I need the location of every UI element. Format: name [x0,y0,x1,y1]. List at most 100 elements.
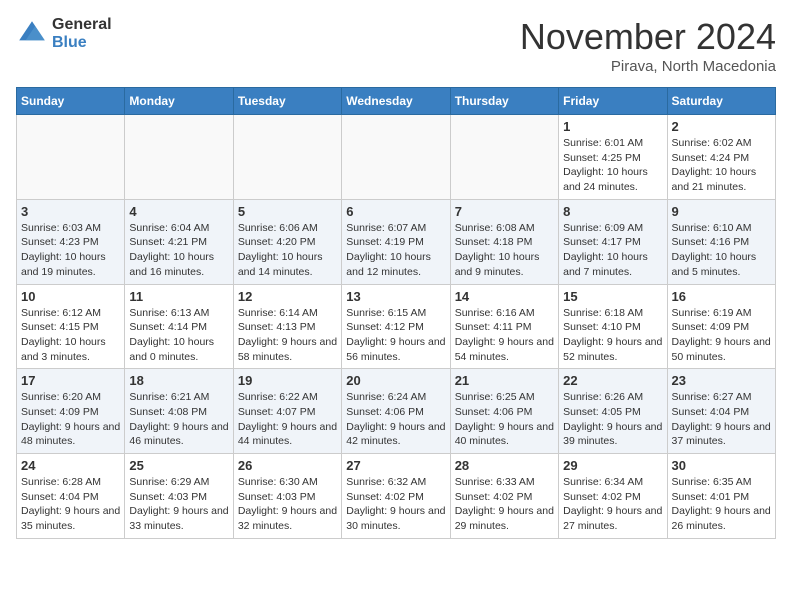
calendar-cell [342,115,450,200]
day-number: 19 [238,373,337,388]
day-number: 18 [129,373,228,388]
calendar-cell: 12 Sunrise: 6:14 AM Sunset: 4:13 PM Dayli… [233,284,341,369]
calendar-cell: 23Sunrise: 6:27 AM Sunset: 4:04 PM Dayli… [667,369,775,454]
day-info: Sunrise: 6:03 AM Sunset: 4:23 PM Dayligh… [21,221,120,280]
day-number: 12 [238,289,337,304]
location: Pirava, North Macedonia [520,58,776,75]
day-info: Sunrise: 6:32 AM Sunset: 4:02 PM Dayligh… [346,475,445,534]
day-number: 7 [455,204,554,219]
calendar-week-row: 3 Sunrise: 6:03 AM Sunset: 4:23 PM Daylig… [17,199,776,284]
day-info: Sunrise: 6:26 AM Sunset: 4:05 PM Dayligh… [563,390,662,449]
calendar-cell: 29 Sunrise: 6:34 AM Sunset: 4:02 PM Dayli… [559,454,667,539]
calendar-header-thursday: Thursday [450,88,558,115]
day-number: 24 [21,458,120,473]
calendar-week-row: 1 Sunrise: 6:01 AM Sunset: 4:25 PM Daylig… [17,115,776,200]
day-number: 20 [346,373,445,388]
calendar-cell: 24 Sunrise: 6:28 AM Sunset: 4:04 PM Dayli… [17,454,125,539]
calendar-cell: 6 Sunrise: 6:07 AM Sunset: 4:19 PM Daylig… [342,199,450,284]
logo-general-text: General [52,16,112,34]
calendar-cell: 30Sunrise: 6:35 AM Sunset: 4:01 PM Dayli… [667,454,775,539]
day-number: 5 [238,204,337,219]
calendar-cell [233,115,341,200]
day-info: Sunrise: 6:06 AM Sunset: 4:20 PM Dayligh… [238,221,337,280]
day-info: Sunrise: 6:16 AM Sunset: 4:11 PM Dayligh… [455,306,554,365]
calendar-cell: 9 Sunrise: 6:10 AM Sunset: 4:16 PM Daylig… [667,199,775,284]
calendar-cell: 27Sunrise: 6:32 AM Sunset: 4:02 PM Dayli… [342,454,450,539]
day-info: Sunrise: 6:25 AM Sunset: 4:06 PM Dayligh… [455,390,554,449]
calendar-cell: 22 Sunrise: 6:26 AM Sunset: 4:05 PM Dayli… [559,369,667,454]
logo: General Blue [16,16,112,51]
calendar-cell: 5 Sunrise: 6:06 AM Sunset: 4:20 PM Daylig… [233,199,341,284]
calendar-cell: 28 Sunrise: 6:33 AM Sunset: 4:02 PM Dayli… [450,454,558,539]
day-info: Sunrise: 6:28 AM Sunset: 4:04 PM Dayligh… [21,475,120,534]
calendar-header-row: SundayMondayTuesdayWednesdayThursdayFrid… [17,88,776,115]
calendar-week-row: 17Sunrise: 6:20 AM Sunset: 4:09 PM Dayli… [17,369,776,454]
calendar-table: SundayMondayTuesdayWednesdayThursdayFrid… [16,87,776,539]
calendar-cell: 1 Sunrise: 6:01 AM Sunset: 4:25 PM Daylig… [559,115,667,200]
calendar-cell: 7 Sunrise: 6:08 AM Sunset: 4:18 PM Daylig… [450,199,558,284]
day-number: 6 [346,204,445,219]
calendar-cell: 21 Sunrise: 6:25 AM Sunset: 4:06 PM Dayli… [450,369,558,454]
day-number: 29 [563,458,662,473]
calendar-cell: 4 Sunrise: 6:04 AM Sunset: 4:21 PM Daylig… [125,199,233,284]
calendar-header-monday: Monday [125,88,233,115]
day-number: 28 [455,458,554,473]
day-info: Sunrise: 6:07 AM Sunset: 4:19 PM Dayligh… [346,221,445,280]
day-info: Sunrise: 6:01 AM Sunset: 4:25 PM Dayligh… [563,136,662,195]
day-number: 3 [21,204,120,219]
day-info: Sunrise: 6:08 AM Sunset: 4:18 PM Dayligh… [455,221,554,280]
day-number: 21 [455,373,554,388]
calendar-cell: 11Sunrise: 6:13 AM Sunset: 4:14 PM Dayli… [125,284,233,369]
day-info: Sunrise: 6:04 AM Sunset: 4:21 PM Dayligh… [129,221,228,280]
day-number: 26 [238,458,337,473]
day-number: 15 [563,289,662,304]
day-info: Sunrise: 6:35 AM Sunset: 4:01 PM Dayligh… [672,475,771,534]
logo-icon [16,18,48,50]
page-header: General Blue November 2024 Pirava, North… [16,16,776,75]
logo-blue-text: Blue [52,34,112,52]
calendar-cell: 18 Sunrise: 6:21 AM Sunset: 4:08 PM Dayli… [125,369,233,454]
calendar-cell: 25 Sunrise: 6:29 AM Sunset: 4:03 PM Dayli… [125,454,233,539]
day-number: 13 [346,289,445,304]
day-number: 9 [672,204,771,219]
day-info: Sunrise: 6:29 AM Sunset: 4:03 PM Dayligh… [129,475,228,534]
day-info: Sunrise: 6:02 AM Sunset: 4:24 PM Dayligh… [672,136,771,195]
day-info: Sunrise: 6:27 AM Sunset: 4:04 PM Dayligh… [672,390,771,449]
calendar-cell [450,115,558,200]
calendar-cell: 13 Sunrise: 6:15 AM Sunset: 4:12 PM Dayli… [342,284,450,369]
day-info: Sunrise: 6:22 AM Sunset: 4:07 PM Dayligh… [238,390,337,449]
day-info: Sunrise: 6:33 AM Sunset: 4:02 PM Dayligh… [455,475,554,534]
calendar-cell: 3 Sunrise: 6:03 AM Sunset: 4:23 PM Daylig… [17,199,125,284]
calendar-cell: 10Sunrise: 6:12 AM Sunset: 4:15 PM Dayli… [17,284,125,369]
day-number: 22 [563,373,662,388]
day-info: Sunrise: 6:10 AM Sunset: 4:16 PM Dayligh… [672,221,771,280]
calendar-cell: 17Sunrise: 6:20 AM Sunset: 4:09 PM Dayli… [17,369,125,454]
day-info: Sunrise: 6:24 AM Sunset: 4:06 PM Dayligh… [346,390,445,449]
day-info: Sunrise: 6:09 AM Sunset: 4:17 PM Dayligh… [563,221,662,280]
calendar-week-row: 10Sunrise: 6:12 AM Sunset: 4:15 PM Dayli… [17,284,776,369]
day-info: Sunrise: 6:21 AM Sunset: 4:08 PM Dayligh… [129,390,228,449]
day-number: 4 [129,204,228,219]
calendar-header-wednesday: Wednesday [342,88,450,115]
day-info: Sunrise: 6:18 AM Sunset: 4:10 PM Dayligh… [563,306,662,365]
day-info: Sunrise: 6:34 AM Sunset: 4:02 PM Dayligh… [563,475,662,534]
day-number: 25 [129,458,228,473]
calendar-cell [17,115,125,200]
month-title: November 2024 [520,16,776,58]
calendar-header-saturday: Saturday [667,88,775,115]
day-number: 14 [455,289,554,304]
calendar-cell: 16Sunrise: 6:19 AM Sunset: 4:09 PM Dayli… [667,284,775,369]
calendar-cell: 19 Sunrise: 6:22 AM Sunset: 4:07 PM Dayli… [233,369,341,454]
calendar-cell: 20 Sunrise: 6:24 AM Sunset: 4:06 PM Dayli… [342,369,450,454]
calendar-cell: 8Sunrise: 6:09 AM Sunset: 4:17 PM Daylig… [559,199,667,284]
day-number: 10 [21,289,120,304]
day-info: Sunrise: 6:15 AM Sunset: 4:12 PM Dayligh… [346,306,445,365]
calendar-cell: 15 Sunrise: 6:18 AM Sunset: 4:10 PM Dayli… [559,284,667,369]
calendar-cell: 14 Sunrise: 6:16 AM Sunset: 4:11 PM Dayli… [450,284,558,369]
calendar-header-sunday: Sunday [17,88,125,115]
day-number: 1 [563,119,662,134]
day-number: 16 [672,289,771,304]
day-info: Sunrise: 6:14 AM Sunset: 4:13 PM Dayligh… [238,306,337,365]
calendar-cell [125,115,233,200]
calendar-header-tuesday: Tuesday [233,88,341,115]
